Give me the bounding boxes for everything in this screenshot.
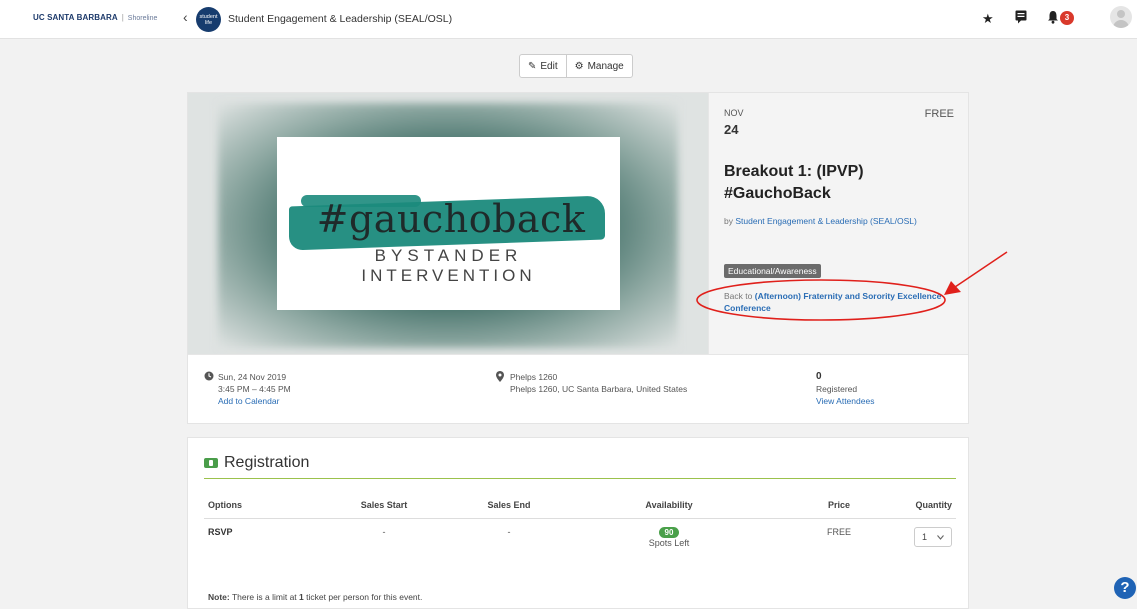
notification-count-badge: 3 — [1060, 11, 1074, 25]
option-name: RSVP — [208, 527, 233, 537]
logo-main-text: UC SANTA BARBARA — [33, 13, 118, 22]
note-label: Note: — [208, 592, 230, 602]
star-icon[interactable]: ★ — [982, 11, 994, 27]
table-header-row: Options Sales Start Sales End Availabili… — [204, 494, 956, 519]
host-org-link[interactable]: Student Engagement & Leadership (SEAL/OS… — [735, 216, 916, 226]
top-navigation-bar: UC SANTA BARBARA | Shoreline ‹ student lif… — [0, 0, 1137, 39]
event-actions-group: ✎ Edit ⚙ Manage — [519, 54, 633, 78]
spots-left-badge: 90 — [658, 527, 680, 538]
poster-line-2: INTERVENTION — [361, 266, 536, 285]
quantity-value: 1 — [921, 532, 927, 542]
back-chevron-icon[interactable]: ‹ — [183, 10, 188, 24]
event-price: FREE — [924, 108, 954, 120]
event-card: #gauchoback BYSTANDER INTERVENTION NOV 2… — [187, 92, 969, 424]
note-text-post: ticket per person for this event. — [306, 592, 423, 602]
parent-event-link[interactable]: (Afternoon) Fraternity and Sorority Exce… — [724, 291, 941, 313]
column-header-sales-end: Sales End — [454, 494, 564, 519]
sales-end: - — [507, 527, 511, 537]
chevron-down-icon — [937, 532, 944, 542]
event-poster: #gauchoback BYSTANDER INTERVENTION — [277, 137, 620, 310]
quantity-select[interactable]: 1 — [913, 527, 952, 547]
column-header-price: Price — [774, 494, 904, 519]
ucsb-shoreline-logo[interactable]: UC SANTA BARBARA | Shoreline — [33, 13, 157, 22]
registered-count: 0 — [816, 371, 822, 382]
manage-button-label: Manage — [587, 60, 624, 72]
category-tag[interactable]: Educational/Awareness — [724, 264, 821, 278]
gear-icon: ⚙ — [574, 60, 584, 72]
column-header-sales-start: Sales Start — [314, 494, 454, 519]
location-name: Phelps 1260 — [510, 372, 558, 382]
ticket-limit-note: Note: There is a limit at 1 ticket per p… — [208, 592, 422, 602]
event-title: Breakout 1: (IPVP) #GauchoBack — [724, 163, 864, 202]
table-row: RSVP - - 90 Spots Left FREE 1 — [204, 519, 956, 557]
location-full: Phelps 1260, UC Santa Barbara, United St… — [510, 384, 688, 394]
registration-title: Registration — [224, 454, 310, 471]
registration-card: Registration Options Sales Start Sales E… — [187, 437, 969, 609]
ticket-price: FREE — [826, 527, 851, 537]
column-header-availability: Availability — [564, 494, 774, 519]
parent-event-line: Back to (Afternoon) Fraternity and Soror… — [724, 290, 954, 314]
message-icon[interactable] — [1015, 10, 1027, 27]
availability-cell: 90 Spots Left — [564, 519, 774, 557]
event-day: 24 — [724, 122, 739, 137]
sales-start: - — [382, 527, 386, 537]
poster-line-1: BYSTANDER — [374, 246, 523, 265]
poster-hashtag: #gauchoback — [316, 197, 586, 241]
manage-button[interactable]: ⚙ Manage — [565, 55, 632, 77]
add-to-calendar-link[interactable]: Add to Calendar — [218, 396, 279, 406]
pencil-icon: ✎ — [528, 60, 537, 72]
note-limit-number: 1 — [299, 592, 304, 602]
column-header-options: Options — [204, 494, 314, 519]
map-pin-icon — [496, 371, 504, 385]
registration-table: Options Sales Start Sales End Availabili… — [204, 494, 956, 556]
ticket-icon — [204, 458, 218, 468]
quantity-cell: 1 — [904, 519, 956, 557]
note-text-pre: There is a limit at — [231, 592, 297, 602]
registration-divider — [204, 478, 956, 479]
event-details-row: Sun, 24 Nov 2019 3:45 PM – 4:45 PM Add t… — [188, 354, 968, 424]
byline-prefix: by — [724, 216, 733, 226]
spots-left-label: Spots Left — [648, 538, 690, 548]
org-badge-icon[interactable]: student life — [196, 7, 221, 32]
event-time: 3:45 PM – 4:45 PM — [218, 384, 291, 394]
event-date: Sun, 24 Nov 2019 — [218, 372, 287, 382]
back-to-prefix: Back to — [724, 291, 753, 301]
clock-icon — [204, 371, 214, 384]
org-name-link[interactable]: Student Engagement & Leadership (SEAL/OS… — [228, 13, 452, 25]
help-button[interactable]: ? — [1114, 577, 1136, 599]
registered-label: Registered — [816, 384, 858, 394]
registration-header: Registration — [204, 454, 309, 472]
event-month: NOV — [724, 108, 744, 118]
logo-separator: | — [121, 13, 124, 22]
event-datetime: Sun, 24 Nov 2019 3:45 PM – 4:45 PM Add t… — [204, 371, 291, 407]
edit-button[interactable]: ✎ Edit — [520, 55, 566, 77]
registration-summary: 0 Registered View Attendees — [816, 371, 874, 407]
logo-sub-text: Shoreline — [127, 15, 158, 22]
bell-icon[interactable] — [1047, 10, 1059, 27]
column-header-quantity: Quantity — [904, 494, 956, 519]
event-location: Phelps 1260 Phelps 1260, UC Santa Barbar… — [496, 371, 688, 395]
user-avatar[interactable] — [1110, 6, 1132, 28]
view-attendees-link[interactable]: View Attendees — [816, 396, 874, 406]
edit-button-label: Edit — [540, 60, 558, 72]
event-byline: by Student Engagement & Leadership (SEAL… — [724, 216, 917, 226]
event-banner-image: #gauchoback BYSTANDER INTERVENTION — [188, 93, 708, 354]
event-summary-panel: NOV 24 FREE Breakout 1: (IPVP) #GauchoBa… — [708, 93, 968, 354]
